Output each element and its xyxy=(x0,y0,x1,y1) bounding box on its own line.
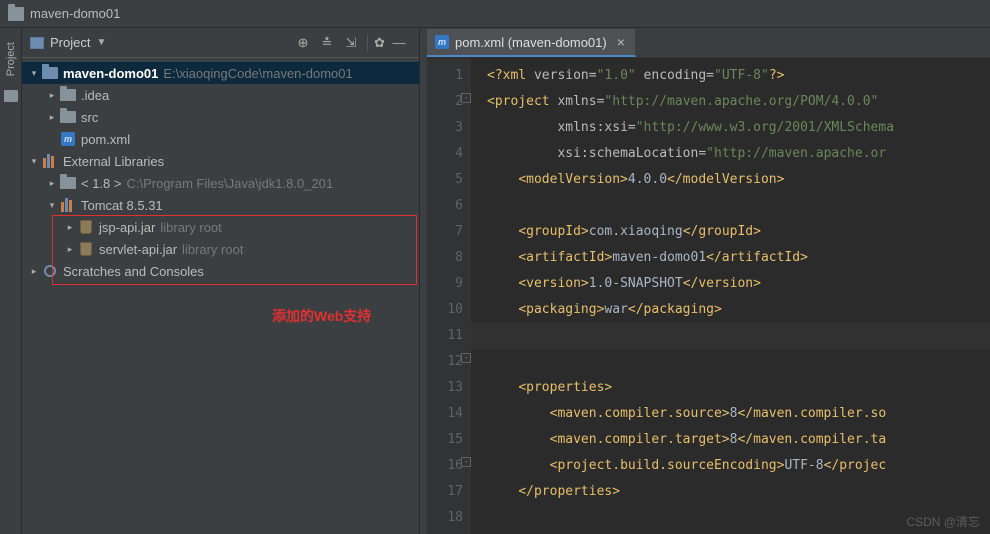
editor-tab-label: pom.xml (maven-domo01) xyxy=(455,35,607,50)
expand-arrow-icon[interactable]: ▸ xyxy=(28,266,40,277)
tree-item-pom[interactable]: ▸ m pom.xml xyxy=(22,128,419,150)
folder-icon xyxy=(8,7,24,21)
left-gutter: Project xyxy=(0,28,22,534)
folder-icon xyxy=(60,176,76,190)
expand-arrow-icon[interactable]: ▾ xyxy=(28,68,40,79)
tree-item-idea[interactable]: ▸ .idea xyxy=(22,84,419,106)
project-panel: Project ▼ ⊕ ≛ ⇲ ✿ — ▾ maven-domo01 E:\xi… xyxy=(22,28,420,534)
module-icon xyxy=(42,66,58,80)
fold-icon[interactable]: - xyxy=(461,93,471,103)
editor-area: m pom.xml (maven-domo01) × 1 2 3 4 5 6 7… xyxy=(427,28,990,534)
structure-tool-icon[interactable] xyxy=(4,90,18,102)
panel-resizer[interactable] xyxy=(420,28,427,534)
tree-root[interactable]: ▾ maven-domo01 E:\xiaoqingCode\maven-dom… xyxy=(22,62,419,84)
tree-root-path: E:\xiaoqingCode\maven-domo01 xyxy=(163,66,352,81)
expand-arrow-icon[interactable]: ▸ xyxy=(46,178,58,189)
collapse-all-icon[interactable]: ⇲ xyxy=(343,35,359,51)
scratches-icon xyxy=(42,264,58,278)
window-titlebar: maven-domo01 xyxy=(0,0,990,28)
project-view-label[interactable]: Project xyxy=(50,35,90,50)
expand-arrow-icon[interactable]: ▾ xyxy=(46,200,58,211)
watermark: CSDN @清忘 xyxy=(906,513,980,530)
tree-item-servlet-jar[interactable]: ▸ servlet-api.jar library root xyxy=(22,238,419,260)
tree-item-tomcat[interactable]: ▾ Tomcat 8.5.31 xyxy=(22,194,419,216)
tree-item-external-libraries[interactable]: ▾ External Libraries xyxy=(22,150,419,172)
annotation-text: 添加的Web支持 xyxy=(272,306,371,326)
jar-icon xyxy=(78,242,94,256)
jar-icon xyxy=(78,220,94,234)
library-icon xyxy=(42,154,58,168)
expand-arrow-icon[interactable]: ▸ xyxy=(46,112,58,123)
project-tool-tab[interactable]: Project xyxy=(5,34,17,84)
chevron-down-icon[interactable]: ▼ xyxy=(96,37,106,48)
code-editor[interactable]: <?xml version="1.0" encoding="UTF-8"?> <… xyxy=(471,59,990,534)
tree-item-src[interactable]: ▸ src xyxy=(22,106,419,128)
editor-tab-pom[interactable]: m pom.xml (maven-domo01) × xyxy=(427,29,636,57)
project-view-icon xyxy=(30,37,44,49)
window-title: maven-domo01 xyxy=(30,6,120,21)
folder-icon xyxy=(60,88,76,102)
project-panel-header: Project ▼ ⊕ ≛ ⇲ ✿ — xyxy=(22,28,419,58)
hide-icon[interactable]: — xyxy=(391,35,407,51)
fold-icon[interactable]: - xyxy=(461,457,471,467)
library-icon xyxy=(60,198,76,212)
line-gutter: 1 2 3 4 5 6 7 8 9 10 11 12 13 14 15 16 1… xyxy=(427,59,471,534)
expand-arrow-icon[interactable]: ▸ xyxy=(64,244,76,255)
tree-root-name: maven-domo01 xyxy=(63,66,158,81)
maven-file-icon: m xyxy=(435,35,449,49)
fold-icon[interactable]: - xyxy=(461,353,471,363)
expand-all-icon[interactable]: ≛ xyxy=(319,35,335,51)
tree-item-scratches[interactable]: ▸ Scratches and Consoles xyxy=(22,260,419,282)
tree-item-jdk[interactable]: ▸ < 1.8 > C:\Program Files\Java\jdk1.8.0… xyxy=(22,172,419,194)
folder-icon xyxy=(60,110,76,124)
tree-item-jsp-jar[interactable]: ▸ jsp-api.jar library root xyxy=(22,216,419,238)
maven-file-icon: m xyxy=(60,132,76,146)
editor-tabs: m pom.xml (maven-domo01) × xyxy=(427,28,990,58)
project-tree: ▾ maven-domo01 E:\xiaoqingCode\maven-dom… xyxy=(22,58,419,534)
close-icon[interactable]: × xyxy=(617,34,625,50)
settings-icon[interactable]: ✿ xyxy=(367,35,383,51)
expand-arrow-icon[interactable]: ▸ xyxy=(46,90,58,101)
expand-arrow-icon[interactable]: ▾ xyxy=(28,156,40,167)
expand-arrow-icon[interactable]: ▸ xyxy=(64,222,76,233)
locate-icon[interactable]: ⊕ xyxy=(295,35,311,51)
